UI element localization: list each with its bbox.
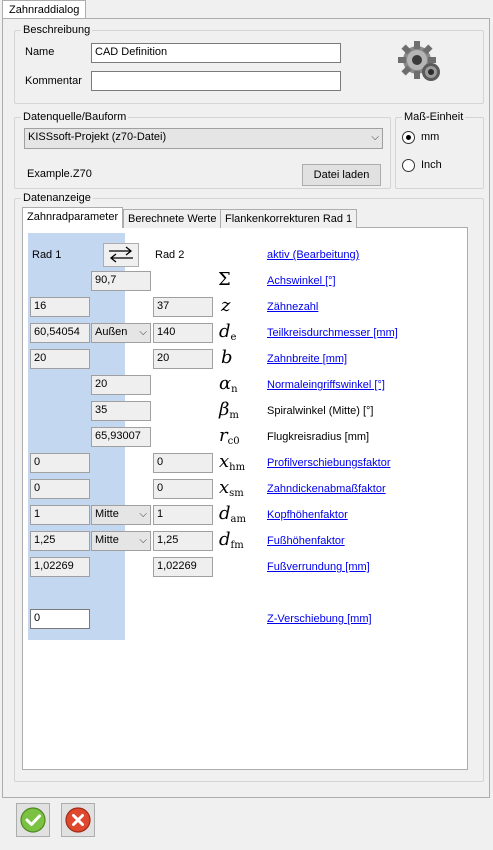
zaehnezahl-rad1-field[interactable]: 16 [30, 297, 90, 317]
flugkreisradius-label: Flugkreisradius [mm] [267, 431, 370, 443]
kopfhoehe-link[interactable]: Kopfhöhenfaktor [267, 509, 348, 521]
radio-mm[interactable] [402, 131, 415, 144]
kopfhoehe-rad2-field[interactable]: 1 [153, 505, 213, 525]
name-label: Name [25, 46, 55, 58]
chevron-down-icon: ⌵ [139, 509, 147, 520]
z-verschiebung-link[interactable]: Z-Verschiebung [mm] [267, 613, 372, 625]
flugkreisradius-symbol: rc0 [219, 425, 240, 448]
fusshoehe-link[interactable]: Fußhöhenfaktor [267, 535, 345, 547]
chevron-down-icon: ⌵ [371, 132, 379, 143]
teilkreis-rad2-field[interactable]: 140 [153, 323, 213, 343]
gear-icon [397, 40, 443, 86]
zahndicken-link[interactable]: Zahndickenabmaßfaktor [267, 483, 386, 495]
cancel-button[interactable] [61, 803, 95, 837]
datei-laden-button[interactable]: Datei laden [302, 164, 381, 186]
radio-mm-label: mm [421, 131, 440, 143]
zahnbreite-link[interactable]: Zahnbreite [mm] [267, 353, 347, 365]
profilverschiebung-link[interactable]: Profilverschiebungsfaktor [267, 457, 391, 469]
zaehnezahl-link[interactable]: Zähnezahl [267, 301, 318, 313]
teilkreis-selected: Außen [95, 326, 128, 338]
kopfhoehe-selected: Mitte [95, 508, 119, 520]
fussverrundung-rad2-field[interactable]: 1,02269 [153, 557, 213, 577]
name-field[interactable]: CAD Definition [91, 43, 341, 63]
zahndicken-rad1-field[interactable]: 0 [30, 479, 90, 499]
z-verschiebung-field[interactable]: 0 [30, 609, 90, 629]
ok-button[interactable] [16, 803, 50, 837]
fusshoehe-selected: Mitte [95, 534, 119, 546]
swap-button[interactable] [103, 243, 139, 267]
kopfhoehe-symbol: dam [219, 503, 246, 526]
fusshoehe-rad1-field[interactable]: 1,25 [30, 531, 90, 551]
datenquelle-select[interactable]: KISSsoft-Projekt (z70-Datei) ⌵ [24, 128, 383, 149]
teilkreis-symbol: de [219, 321, 237, 344]
profilverschiebung-rad1-field[interactable]: 0 [30, 453, 90, 473]
zahnbreite-rad1-field[interactable]: 20 [30, 349, 90, 369]
flugkreisradius-field[interactable]: 65,93007 [91, 427, 151, 447]
normaleingriffswinkel-symbol: αn [219, 373, 238, 396]
fussverrundung-link[interactable]: Fußverrundung [mm] [267, 561, 370, 573]
rad2-label: Rad 2 [155, 249, 185, 261]
kopfhoehe-select[interactable]: Mitte ⌵ [91, 505, 151, 525]
close-icon [65, 807, 91, 833]
group-beschreibung-legend: Beschreibung [23, 24, 91, 36]
teilkreis-rad1-field[interactable]: 60,54054 [30, 323, 90, 343]
radio-inch[interactable] [402, 159, 415, 172]
chevron-down-icon: ⌵ [139, 535, 147, 546]
check-icon [20, 807, 46, 833]
tab-zahnradparameter[interactable]: Zahnradparameter [22, 207, 124, 228]
radio-inch-label: Inch [421, 159, 442, 171]
spiralwinkel-field[interactable]: 35 [91, 401, 151, 421]
spiralwinkel-label: Spiralwinkel (Mitte) [°] [267, 405, 374, 417]
spiralwinkel-symbol: βm [219, 399, 239, 422]
datei-name: Example.Z70 [27, 168, 92, 180]
rad1-label: Rad 1 [32, 249, 62, 261]
kommentar-field[interactable] [91, 71, 341, 91]
zahnbreite-symbol: b [221, 347, 233, 368]
group-datenanzeige-legend: Datenanzeige [23, 192, 91, 204]
zaehnezahl-symbol: z [221, 295, 231, 316]
chevron-down-icon: ⌵ [139, 327, 147, 338]
achswinkel-link[interactable]: Achswinkel [°] [267, 275, 336, 287]
kommentar-label: Kommentar [25, 75, 82, 87]
fusshoehe-symbol: dfm [219, 529, 244, 552]
zahndicken-rad2-field[interactable]: 0 [153, 479, 213, 499]
group-datenquelle-legend: Datenquelle/Bauform [23, 111, 127, 123]
fusshoehe-rad2-field[interactable]: 1,25 [153, 531, 213, 551]
achswinkel-field[interactable]: 90,7 [91, 271, 151, 291]
zahndicken-symbol: xsm [219, 477, 244, 500]
aktiv-bearbeitung-link[interactable]: aktiv (Bearbeitung) [267, 249, 359, 261]
swap-arrows-icon [109, 246, 133, 263]
fussverrundung-rad1-field[interactable]: 1,02269 [30, 557, 90, 577]
tab-zahnraddialog[interactable]: Zahnraddialog [2, 0, 87, 19]
achswinkel-symbol: Σ [218, 269, 231, 290]
group-masseinheit: Maß-Einheit [395, 111, 484, 189]
fusshoehe-select[interactable]: Mitte ⌵ [91, 531, 151, 551]
profilverschiebung-rad2-field[interactable]: 0 [153, 453, 213, 473]
normaleingriffswinkel-field[interactable]: 20 [91, 375, 151, 395]
teilkreis-link[interactable]: Teilkreisdurchmesser [mm] [267, 327, 398, 339]
group-masseinheit-legend: Maß-Einheit [404, 111, 464, 123]
tab-flankenkorrekturen[interactable]: Flankenkorrekturen Rad 1 [220, 209, 358, 228]
teilkreis-select[interactable]: Außen ⌵ [91, 323, 151, 343]
normaleingriffswinkel-link[interactable]: Normaleingriffswinkel [°] [267, 379, 385, 391]
profilverschiebung-symbol: xhm [219, 451, 246, 474]
zahnbreite-rad2-field[interactable]: 20 [153, 349, 213, 369]
datenquelle-selected: KISSsoft-Projekt (z70-Datei) [28, 131, 167, 143]
tab-berechnete-werte[interactable]: Berechnete Werte [123, 209, 222, 228]
kopfhoehe-rad1-field[interactable]: 1 [30, 505, 90, 525]
zaehnezahl-rad2-field[interactable]: 37 [153, 297, 213, 317]
